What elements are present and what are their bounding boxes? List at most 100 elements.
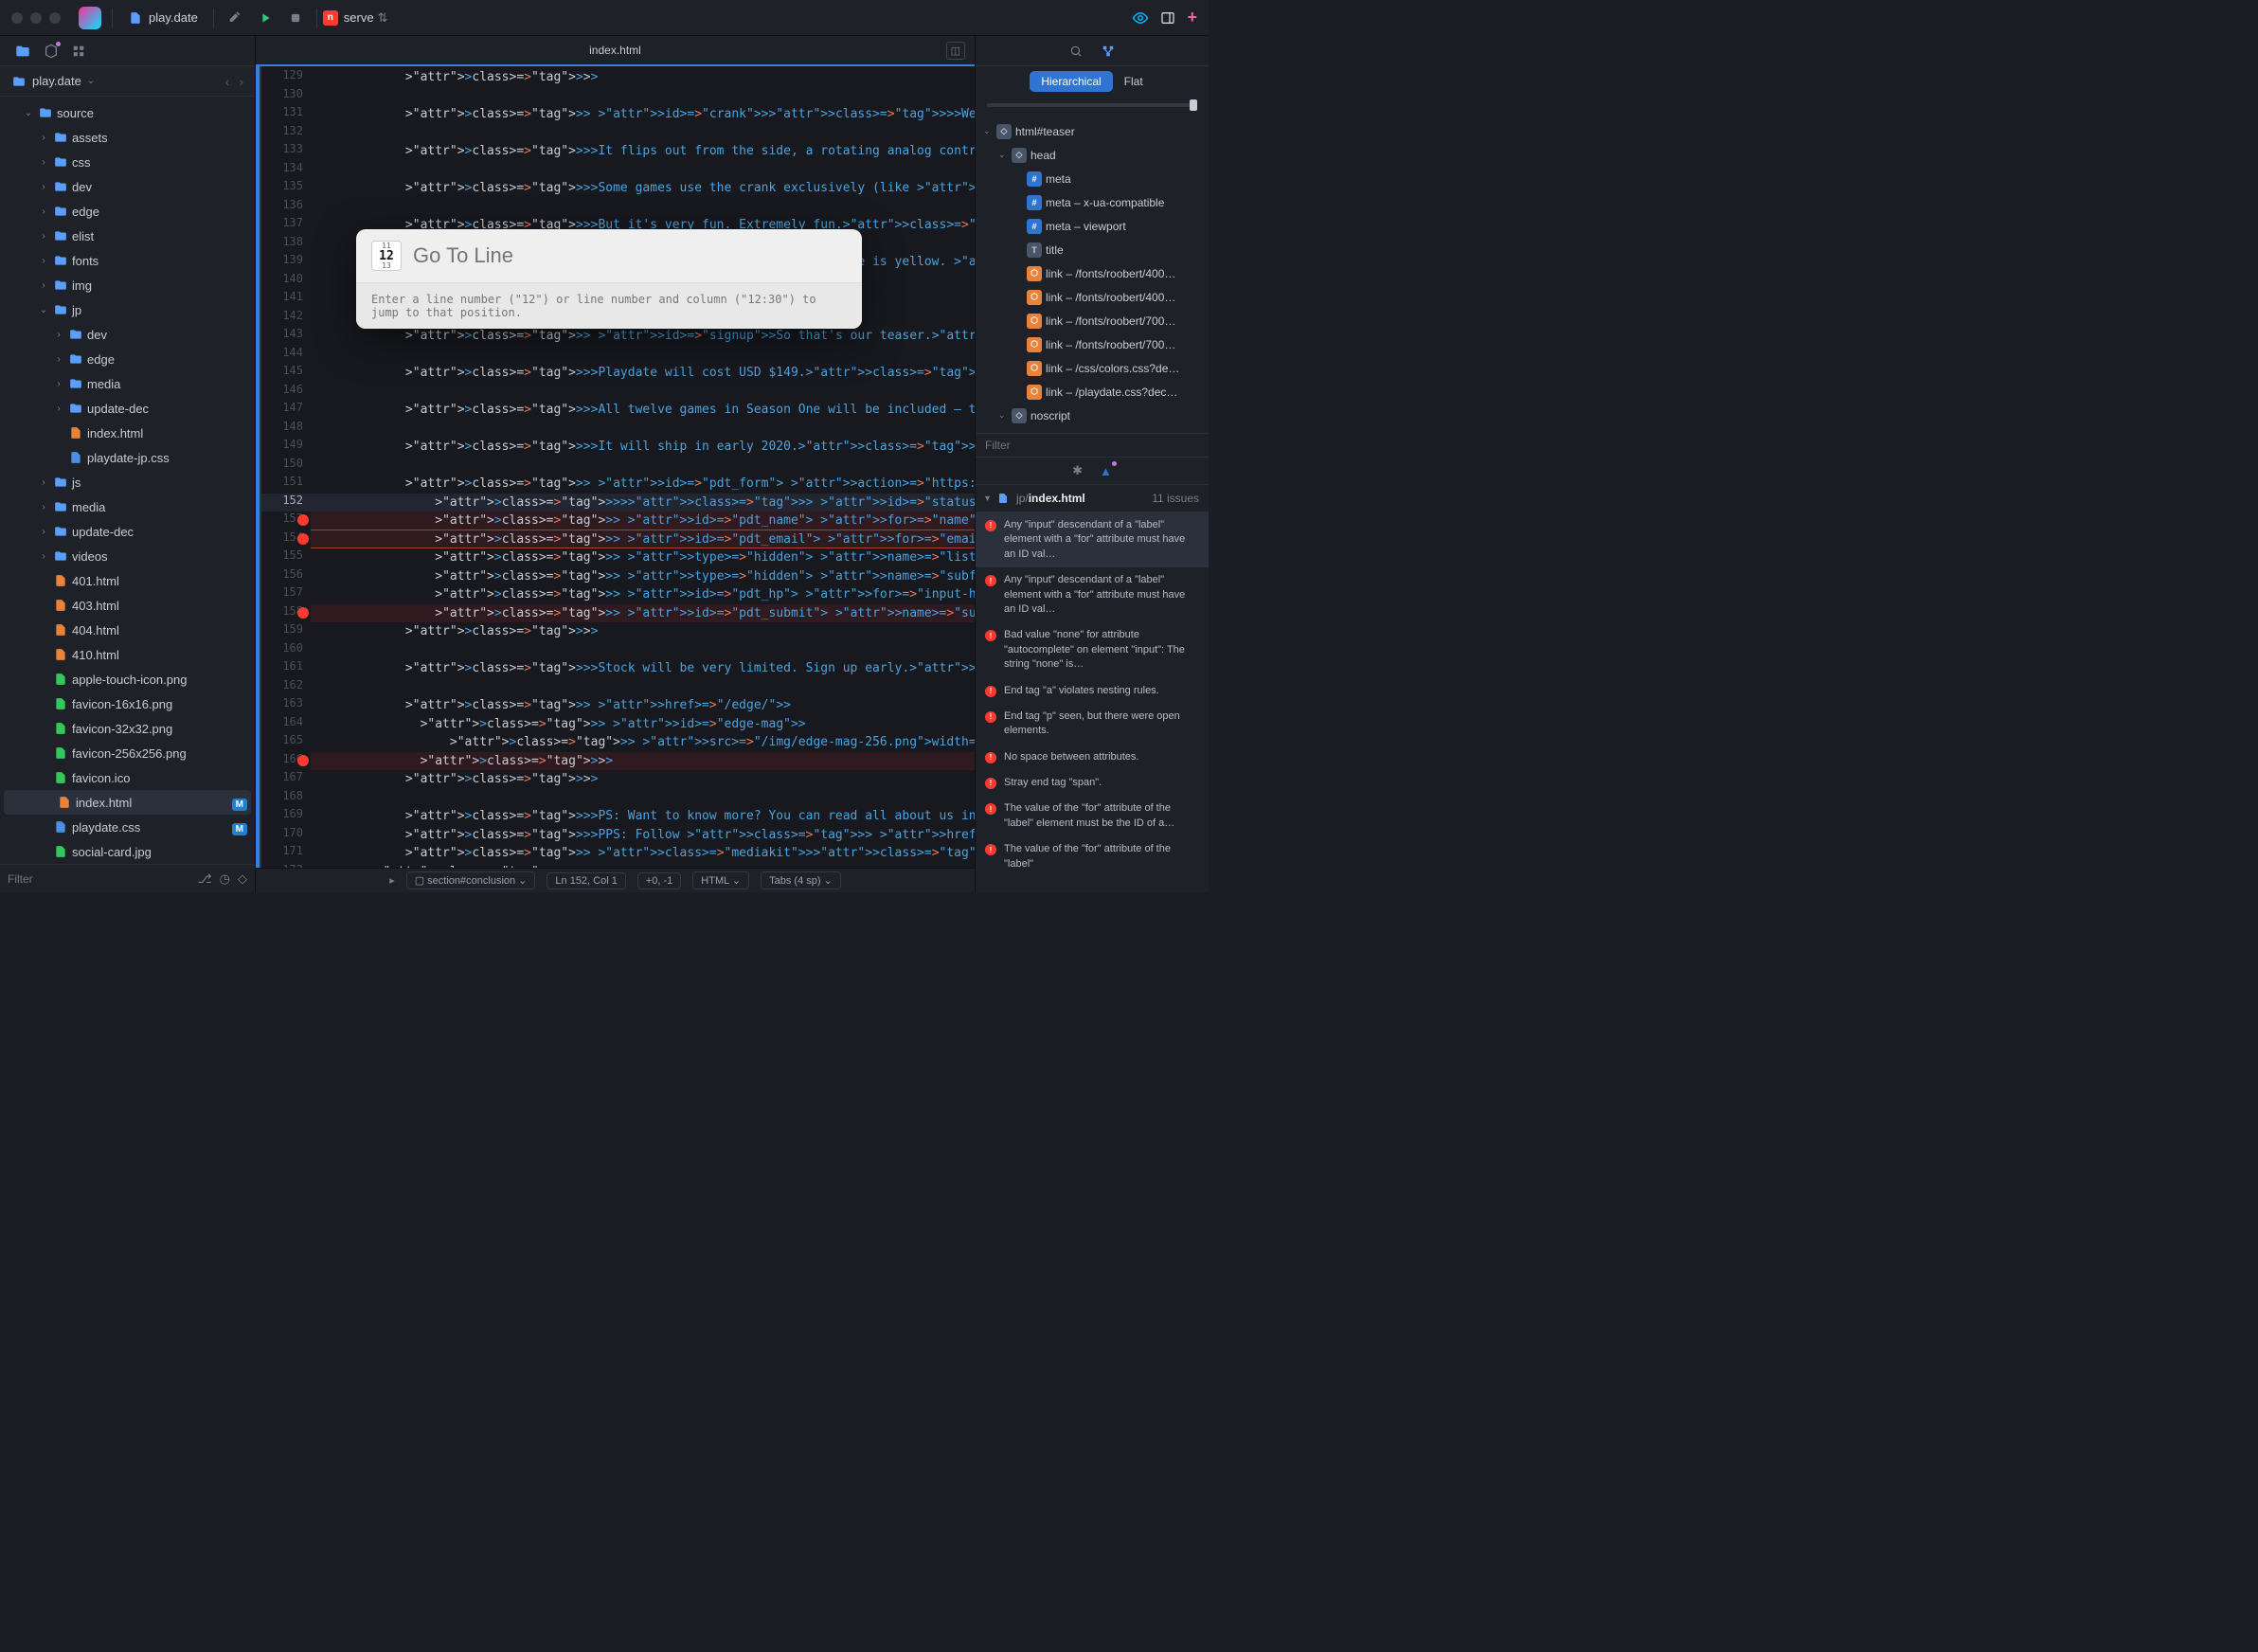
chevron-updown-icon[interactable]: ⇅	[378, 10, 388, 26]
disclosure-icon[interactable]: ›	[38, 182, 49, 192]
code-line[interactable]	[311, 420, 975, 439]
issue-item[interactable]: !Any "input" descendant of a "label" ele…	[976, 512, 1209, 567]
editor-body[interactable]: 1291301311321331341351361371381391401411…	[256, 66, 975, 868]
code-line[interactable]: >"attr">>class>=>"tag">>>>PS: Want to kn…	[311, 807, 975, 826]
code-line[interactable]: >"attr">>class>=>"tag">>>>>"attr">>class…	[311, 494, 975, 512]
issue-item[interactable]: !Stray end tag "span".	[976, 770, 1209, 796]
tree-item[interactable]: 404.html	[0, 618, 255, 642]
error-gutter-icon[interactable]	[297, 607, 309, 619]
dom-item[interactable]: ⬡link – /fonts/roobert/400…	[976, 261, 1209, 285]
tree-item[interactable]: ›media	[0, 494, 255, 519]
code-line[interactable]: >"attr">>class>=>"tag">>>>	[311, 68, 975, 87]
tab-hierarchical[interactable]: Hierarchical	[1030, 71, 1112, 92]
issue-item[interactable]: !No space between attributes.	[976, 745, 1209, 770]
disclosure-icon[interactable]: ›	[38, 502, 49, 512]
run-button[interactable]	[255, 8, 276, 28]
dom-item[interactable]: #meta – viewport	[976, 214, 1209, 238]
tree-item[interactable]: apple-touch-icon.png	[0, 667, 255, 691]
disclosure-icon[interactable]: ⌄	[38, 305, 49, 315]
code-line[interactable]	[311, 198, 975, 217]
tree-item[interactable]: ›img	[0, 273, 255, 297]
disclosure-icon[interactable]: ›	[38, 551, 49, 562]
files-nav-icon[interactable]	[15, 44, 30, 59]
tree-item[interactable]: ›update-dec	[0, 396, 255, 421]
editor-tab-title[interactable]: index.html	[589, 44, 641, 57]
disclosure-icon[interactable]: ›	[53, 330, 64, 340]
tree-item[interactable]: favicon-16x16.png	[0, 691, 255, 716]
tree-item[interactable]: playdate.cssM	[0, 815, 255, 839]
project-tab[interactable]: play.date	[118, 7, 207, 29]
code-line[interactable]: >"attr">>class>=>"tag">>>>It will ship i…	[311, 438, 975, 457]
disclosure-icon[interactable]: ›	[38, 527, 49, 537]
hammer-icon[interactable]	[224, 8, 245, 28]
close-window[interactable]	[11, 12, 23, 24]
file-tree[interactable]: ⌄source›assets›css›dev›edge›elist›fonts›…	[0, 97, 255, 864]
code-line[interactable]	[311, 789, 975, 808]
tree-item[interactable]: playdate-jp.css	[0, 445, 255, 470]
tree-item[interactable]: index.htmlM	[4, 790, 251, 815]
disclosure-icon[interactable]: ›	[53, 404, 64, 414]
disclosure-icon[interactable]: ›	[38, 477, 49, 488]
code-line[interactable]	[311, 124, 975, 143]
tag-icon[interactable]: ◇	[238, 871, 247, 887]
disclosure-icon[interactable]: ⌄	[998, 150, 1008, 160]
dom-item[interactable]: ⬡link – /css/colors.css?de…	[976, 356, 1209, 380]
chevron-down-icon[interactable]: ⌄	[87, 76, 95, 86]
dom-filter-input[interactable]	[976, 434, 1209, 457]
disclosure-icon[interactable]: ›	[53, 354, 64, 365]
symbols-nav-icon[interactable]	[44, 44, 59, 59]
issue-item[interactable]: !Bad value "none" for attribute "autocom…	[976, 622, 1209, 677]
nav-forward-icon[interactable]: ›	[239, 74, 243, 89]
nav-back-icon[interactable]: ‹	[225, 74, 230, 89]
stop-button[interactable]	[285, 8, 306, 28]
tree-item[interactable]: ⌄jp	[0, 297, 255, 322]
dom-item[interactable]: ⬡link – /playdate.css?dec…	[976, 380, 1209, 404]
tree-item[interactable]: ›elist	[0, 224, 255, 248]
status-breadcrumb[interactable]: ▢ section#conclusion ⌄	[406, 871, 536, 889]
scm-icon[interactable]: ⎇	[198, 871, 212, 887]
goto-line-input[interactable]	[413, 243, 847, 268]
clock-icon[interactable]: ◷	[220, 871, 230, 887]
disclosure-icon[interactable]: ›	[38, 256, 49, 266]
status-lang[interactable]: HTML ⌄	[692, 871, 749, 889]
code-line[interactable]	[311, 678, 975, 697]
code-line[interactable]: >"attr">>class>=>"tag">>> >"attr">>class…	[311, 844, 975, 863]
tree-item[interactable]: ›dev	[0, 322, 255, 347]
code-line[interactable]	[311, 346, 975, 365]
code-line[interactable]: >"attr">>class>=>"tag">>>>All twelve gam…	[311, 401, 975, 420]
disclosure-icon[interactable]: ›	[38, 133, 49, 143]
tree-item[interactable]: ›media	[0, 371, 255, 396]
error-gutter-icon[interactable]	[297, 755, 309, 766]
grid-nav-icon[interactable]	[72, 45, 85, 58]
tree-item[interactable]: ›fonts	[0, 248, 255, 273]
preview-icon[interactable]	[1132, 9, 1149, 27]
project-header[interactable]: play.date ⌄ ‹ ›	[0, 66, 255, 97]
code-line[interactable]: >"attr">>class>=>"tag">>> >"attr">>type>…	[311, 548, 975, 567]
code-line[interactable]: >"attr">>class>=>"tag">>>>	[311, 863, 975, 869]
zoom-window[interactable]	[49, 12, 61, 24]
disclosure-icon[interactable]: ⌄	[23, 108, 34, 118]
disclosure-icon[interactable]: ›	[38, 231, 49, 242]
code-line[interactable]	[311, 383, 975, 402]
disclosure-icon[interactable]: ⌄	[998, 410, 1008, 421]
code-line[interactable]: >"attr">>class>=>"tag">>> >"attr">>id>=>…	[311, 585, 975, 604]
disclosure-icon[interactable]: ⌄	[983, 126, 993, 136]
code-line[interactable]: >"attr">>class>=>"tag">>> >"attr">>id>=>…	[311, 530, 975, 549]
issue-item[interactable]: !The value of the "for" attribute of the…	[976, 796, 1209, 836]
right-panel-toggle[interactable]	[1160, 10, 1175, 26]
run-config-label[interactable]: serve	[344, 10, 374, 25]
dom-item[interactable]: ⬡link – /fonts/roobert/400…	[976, 285, 1209, 309]
tree-item[interactable]: ›css	[0, 150, 255, 174]
code-line[interactable]: >"attr">>class>=>"tag">>>>PPS: Follow >"…	[311, 826, 975, 845]
disclosure-icon[interactable]: ›	[53, 379, 64, 389]
code-line[interactable]: >"attr">>class>=>"tag">>>>Stock will be …	[311, 659, 975, 678]
tab-flat[interactable]: Flat	[1113, 71, 1155, 92]
window-controls[interactable]	[11, 12, 61, 24]
file-filter-input[interactable]	[8, 872, 190, 886]
tree-item[interactable]: favicon-32x32.png	[0, 716, 255, 741]
dom-item[interactable]: ⬡link – /fonts/roobert/700…	[976, 332, 1209, 356]
dom-item[interactable]: #meta	[976, 167, 1209, 190]
issues-list[interactable]: !Any "input" descendant of a "label" ele…	[976, 512, 1209, 892]
code-line[interactable]: >"attr">>class>=>"tag">>> >"attr">>id>=>…	[311, 327, 975, 346]
code-line[interactable]: >"attr">>class>=>"tag">>> >"attr">>type>…	[311, 567, 975, 586]
